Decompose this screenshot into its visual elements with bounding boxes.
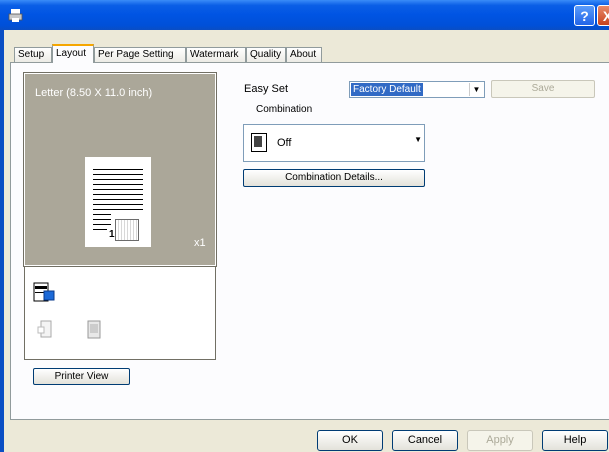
tab-watermark[interactable]: Watermark [186,47,246,62]
combination-label: Combination [256,104,313,115]
stamp-preview [115,219,139,241]
help-title-button[interactable]: ? [574,5,595,26]
combination-details-button[interactable]: Combination Details... [243,169,425,187]
tab-per-page-setting[interactable]: Per Page Setting [94,47,186,62]
paper-size-label: Letter (8.50 X 11.0 inch) [35,87,153,99]
tab-setup[interactable]: Setup [14,47,52,62]
apply-button[interactable]: Apply [467,430,533,451]
tray-icon [87,320,101,339]
ok-button[interactable]: OK [317,430,383,451]
chevron-down-icon[interactable]: ▼ [414,135,422,144]
preview-page: 1 [85,157,151,247]
copies-count: x1 [194,237,206,249]
tab-about[interactable]: About [286,47,322,62]
close-button[interactable]: X [597,5,609,26]
easy-set-dropdown[interactable]: Factory Default ▼ [349,81,485,98]
save-button[interactable]: Save [491,80,595,98]
tab-layout[interactable]: Layout [52,44,94,63]
easy-set-label: Easy Set [244,83,289,95]
combination-value: Off [277,137,292,149]
tab-quality[interactable]: Quality [246,47,286,62]
single-page-icon [251,133,267,152]
easy-set-value: Factory Default [351,83,423,96]
page-number: 1 [109,229,115,240]
printer-app-icon [8,9,23,22]
help-button[interactable]: Help [542,430,608,451]
cancel-button[interactable]: Cancel [392,430,458,451]
combination-dropdown[interactable]: Off ▼ [243,124,425,162]
chevron-down-icon[interactable]: ▼ [469,83,483,96]
printer-view-button[interactable]: Printer View [33,368,130,385]
title-bar: ? X [0,0,609,30]
printer-device-icon [33,282,55,302]
finisher-icon [37,320,52,338]
machine-view-box [24,266,216,360]
page-preview: Letter (8.50 X 11.0 inch) 1 x1 [23,72,217,267]
window-frame [0,30,4,452]
